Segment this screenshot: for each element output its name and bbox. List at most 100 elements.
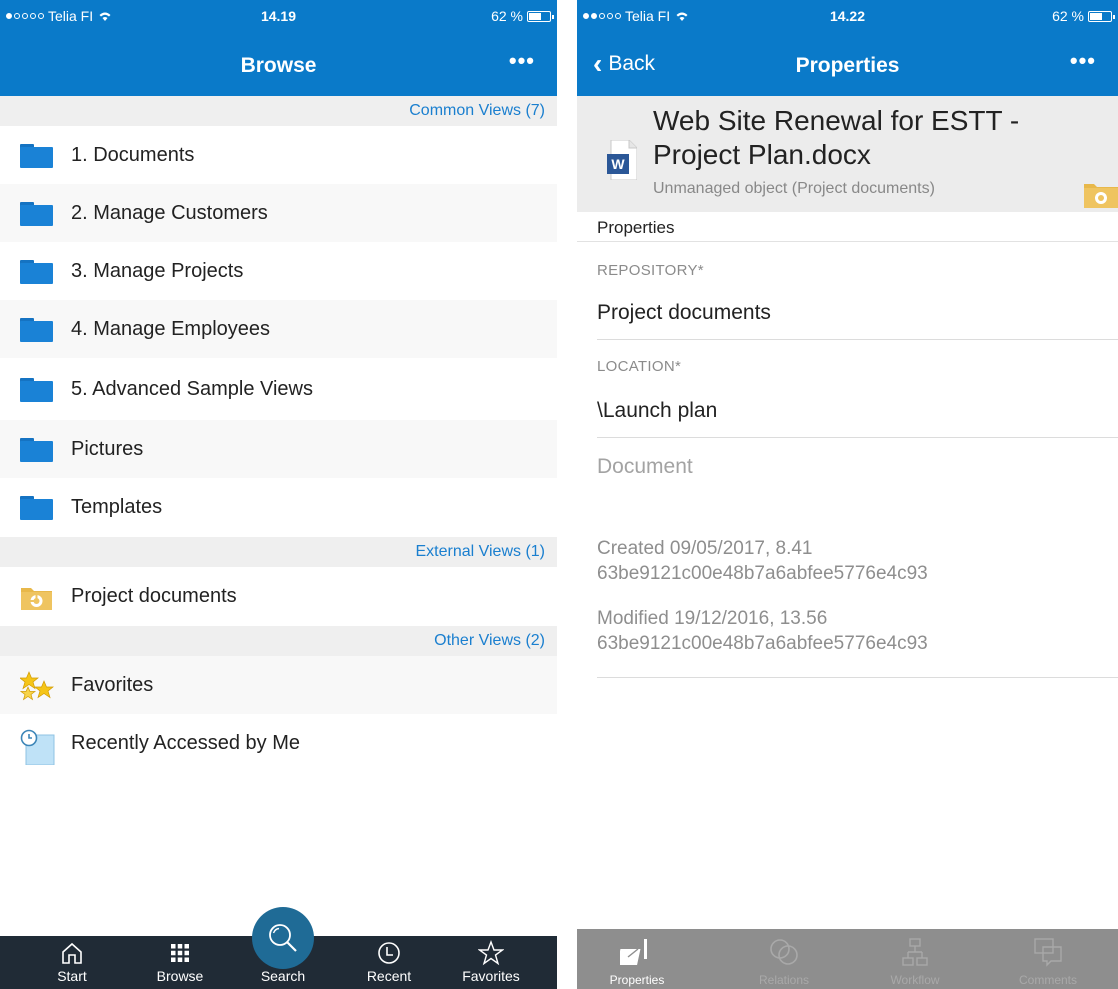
external-vault-icon bbox=[20, 582, 54, 612]
list-item-label: Favorites bbox=[71, 674, 154, 696]
more-dots-icon[interactable]: ••• bbox=[509, 48, 535, 74]
battery-icon bbox=[1088, 10, 1115, 22]
home-icon bbox=[32, 940, 112, 966]
divider bbox=[597, 437, 1118, 438]
properties-screen: Telia FI 14.22 62 % ‹ Back Properties ••… bbox=[577, 0, 1118, 989]
created-by-id: 63be9121c00e48b7a6abfee5776e4c93 bbox=[597, 563, 928, 584]
status-time: 14.22 bbox=[829, 8, 866, 24]
list-item-label: Templates bbox=[71, 496, 163, 518]
workflow-icon bbox=[855, 935, 975, 969]
more-dots-icon[interactable]: ••• bbox=[1070, 48, 1096, 74]
document-header: W Web Site Renewal for ESTT - Project Pl… bbox=[577, 96, 1118, 212]
document-subtitle: Unmanaged object (Project documents) bbox=[653, 180, 935, 197]
svg-text:W: W bbox=[611, 156, 625, 172]
document-title-line: Web Site Renewal for ESTT - bbox=[653, 105, 1020, 136]
star-icon bbox=[451, 940, 531, 966]
list-item-documents[interactable]: 1. Documents bbox=[0, 126, 557, 184]
search-icon bbox=[269, 924, 297, 952]
properties-icon bbox=[577, 935, 697, 969]
tab-comments[interactable]: Comments bbox=[988, 929, 1108, 989]
folder-icon bbox=[20, 493, 54, 523]
tab-label: Comments bbox=[1018, 973, 1077, 987]
created-info: Created 09/05/2017, 8.41 63be9121c00e48b… bbox=[597, 536, 928, 586]
list-item-label: Project documents bbox=[71, 585, 237, 607]
field-label-repository: REPOSITORY* bbox=[597, 262, 704, 279]
field-value-location[interactable]: \Launch plan bbox=[597, 399, 717, 423]
status-bar: Telia FI 14.19 62 % bbox=[0, 0, 557, 30]
clock-icon bbox=[349, 940, 429, 966]
browse-screen: Telia FI 14.19 62 % Browse ••• Common Vi… bbox=[0, 0, 557, 989]
tab-start[interactable]: Start bbox=[32, 936, 112, 989]
list-item-label: 5. Advanced Sample Views bbox=[71, 378, 314, 400]
stars-icon bbox=[19, 671, 54, 701]
list-item-label: Recently Accessed by Me bbox=[71, 732, 300, 754]
class-selector[interactable]: Document bbox=[597, 455, 693, 479]
list-item-label: 2. Manage Customers bbox=[71, 202, 268, 224]
divider bbox=[597, 339, 1118, 340]
tab-label: Workflow bbox=[890, 973, 940, 987]
status-time: 14.19 bbox=[260, 8, 297, 24]
list-item-label: 3. Manage Projects bbox=[71, 260, 244, 282]
tab-recent[interactable]: Recent bbox=[349, 936, 429, 989]
folder-icon bbox=[20, 315, 54, 345]
tab-relations[interactable]: Relations bbox=[724, 929, 844, 989]
section-header-external-views: External Views (1) bbox=[0, 537, 557, 567]
page-title: Properties bbox=[795, 54, 900, 77]
field-label-location: LOCATION* bbox=[597, 358, 682, 375]
created-date: Created 09/05/2017, 8.41 bbox=[597, 538, 813, 559]
folder-icon bbox=[20, 375, 54, 405]
list-item-manage-employees[interactable]: 4. Manage Employees bbox=[0, 300, 557, 358]
tab-label: Relations bbox=[758, 973, 810, 987]
document-title-line: Project Plan.docx bbox=[653, 139, 871, 170]
relations-icon bbox=[724, 935, 844, 969]
list-item-manage-projects[interactable]: 3. Manage Projects bbox=[0, 242, 557, 300]
tab-label: Start bbox=[57, 968, 87, 984]
list-item-manage-customers[interactable]: 2. Manage Customers bbox=[0, 184, 557, 242]
status-bar: Telia FI 14.22 62 % bbox=[577, 0, 1118, 30]
tab-favorites[interactable]: Favorites bbox=[451, 936, 531, 989]
grid-icon bbox=[140, 940, 220, 966]
nav-bar: Browse ••• bbox=[0, 30, 557, 96]
modified-by-id: 63be9121c00e48b7a6abfee5776e4c93 bbox=[597, 633, 928, 654]
section-header-common-views: Common Views (7) bbox=[0, 96, 557, 126]
list-item-pictures[interactable]: Pictures bbox=[0, 420, 557, 478]
divider bbox=[597, 677, 1118, 678]
list-item-favorites[interactable]: Favorites bbox=[0, 656, 557, 714]
list-item-project-documents[interactable]: Project documents bbox=[0, 567, 557, 625]
tab-label: Search bbox=[260, 968, 306, 984]
comments-icon bbox=[988, 935, 1108, 969]
battery-icon bbox=[527, 10, 554, 22]
modified-date: Modified 19/12/2016, 13.56 bbox=[597, 608, 828, 629]
list-item-recently-accessed[interactable]: Recently Accessed by Me bbox=[0, 714, 557, 772]
screen-divider bbox=[557, 0, 577, 989]
battery-percent: 62 % bbox=[1052, 8, 1084, 24]
folder-icon bbox=[20, 199, 54, 229]
tab-bar: Properties Relations Workflow Comments bbox=[577, 929, 1118, 989]
clock-document-icon bbox=[20, 729, 55, 766]
external-vault-icon bbox=[1082, 178, 1118, 210]
search-button[interactable] bbox=[252, 907, 314, 969]
section-label-properties: Properties bbox=[597, 218, 675, 237]
tab-workflow[interactable]: Workflow bbox=[855, 929, 975, 989]
nav-bar: ‹ Back Properties ••• bbox=[577, 30, 1118, 96]
tab-properties[interactable]: Properties bbox=[577, 929, 697, 989]
list-item-advanced-sample-views[interactable]: 5. Advanced Sample Views bbox=[0, 360, 557, 418]
page-title: Browse bbox=[240, 54, 317, 77]
folder-icon bbox=[20, 257, 54, 287]
field-value-repository[interactable]: Project documents bbox=[597, 301, 771, 325]
battery-percent: 62 % bbox=[491, 8, 523, 24]
tab-label: Favorites bbox=[462, 968, 520, 984]
folder-icon bbox=[20, 141, 54, 171]
folder-icon bbox=[20, 435, 54, 465]
document-title: Web Site Renewal for ESTT - Project Plan… bbox=[653, 104, 1019, 172]
list-item-label: Pictures bbox=[71, 438, 144, 460]
tab-browse[interactable]: Browse bbox=[140, 936, 220, 989]
list-item-templates[interactable]: Templates bbox=[0, 478, 557, 536]
modified-info: Modified 19/12/2016, 13.56 63be9121c00e4… bbox=[597, 606, 928, 656]
section-header-other-views: Other Views (2) bbox=[0, 626, 557, 656]
word-document-icon: W bbox=[607, 139, 638, 181]
tab-label: Recent bbox=[366, 968, 412, 984]
list-item-label: 1. Documents bbox=[71, 144, 195, 166]
tab-label: Properties bbox=[609, 973, 665, 987]
tab-label: Browse bbox=[156, 968, 204, 984]
